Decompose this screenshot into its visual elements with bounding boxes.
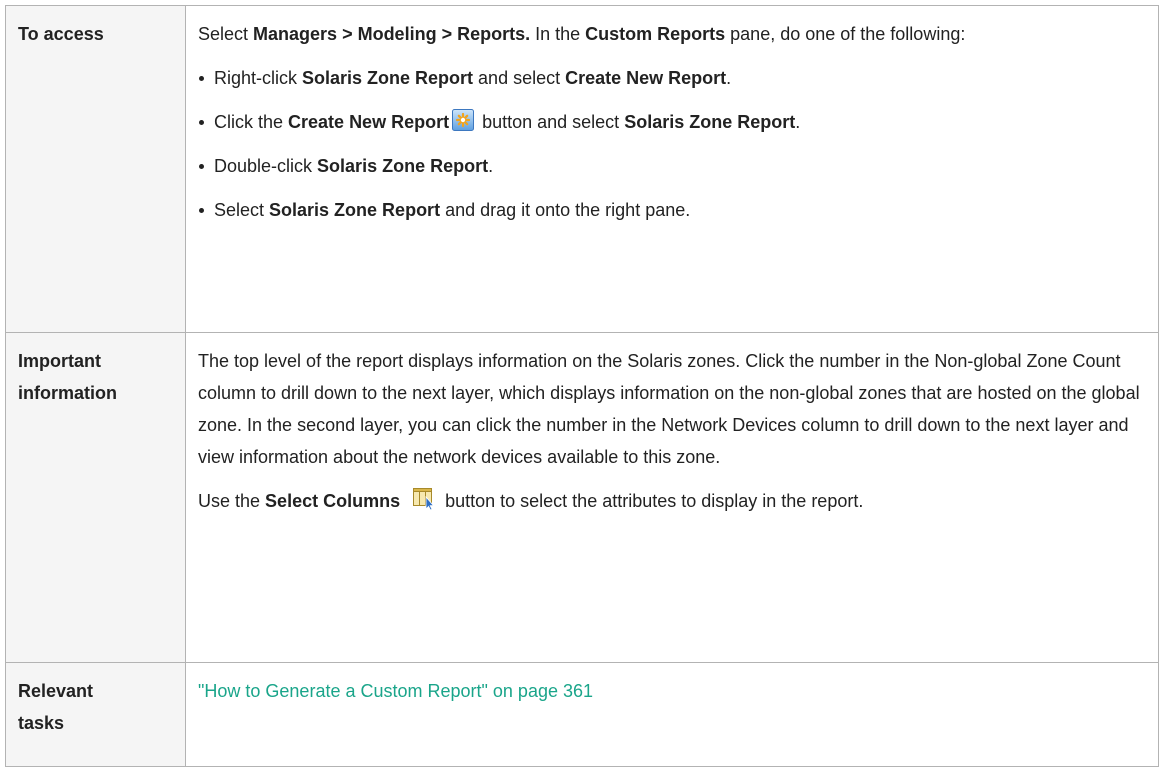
info-table: To access Select Managers > Modeling > R…	[5, 5, 1159, 767]
table-row: Relevant tasks "How to Generate a Custom…	[5, 662, 1159, 767]
row-header-label: Important	[18, 351, 101, 371]
select-columns-icon	[412, 486, 436, 511]
info-paragraph: The top level of the report displays inf…	[198, 351, 1140, 467]
list-item: Right-click Solaris Zone Report and sele…	[198, 62, 1146, 94]
row-header-label: Relevant	[18, 681, 94, 701]
row-content-relevant-tasks: "How to Generate a Custom Report" on pag…	[185, 662, 1159, 767]
select-columns-paragraph: Use the Select Columns button to select …	[198, 485, 1146, 517]
row-header-important-information: Important information	[5, 332, 186, 663]
list-item: Click the Create New Report button and s…	[198, 106, 1146, 138]
row-content-to-access: Select Managers > Modeling > Reports. In…	[185, 5, 1159, 333]
list-item: Double-click Solaris Zone Report.	[198, 150, 1146, 182]
custom-report-link[interactable]: "How to Generate a Custom Report" on pag…	[198, 681, 593, 701]
row-content-important-information: The top level of the report displays inf…	[185, 332, 1159, 663]
row-header-label: To access	[18, 24, 104, 44]
create-new-report-icon	[452, 109, 475, 131]
row-header-relevant-tasks: Relevant tasks	[5, 662, 186, 767]
list-item: Select Solaris Zone Report and drag it o…	[198, 194, 1146, 226]
intro-paragraph: Select Managers > Modeling > Reports. In…	[198, 24, 966, 44]
table-row: To access Select Managers > Modeling > R…	[5, 5, 1159, 333]
row-header-label: information	[18, 383, 117, 403]
table-row: Important information The top level of t…	[5, 332, 1159, 663]
row-header-label: tasks	[18, 713, 65, 733]
row-header-to-access: To access	[5, 5, 186, 333]
access-options-list: Right-click Solaris Zone Report and sele…	[198, 62, 1146, 226]
